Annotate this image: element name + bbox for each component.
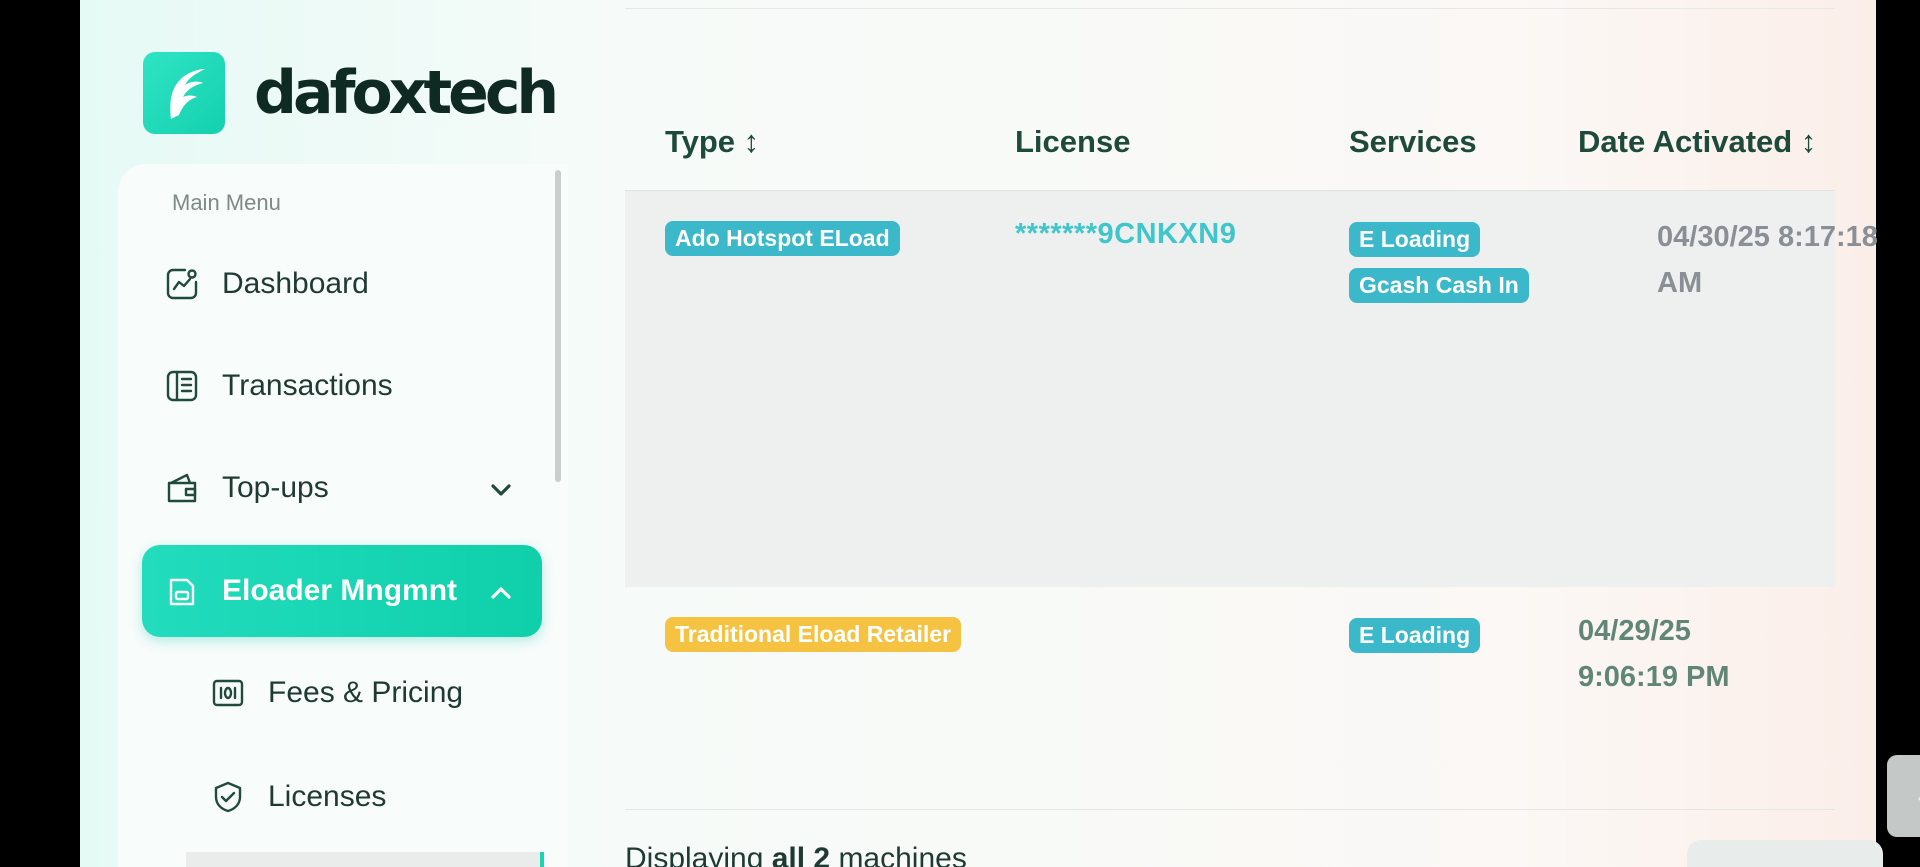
pagination-summary: Displaying all 2 machines [625,842,967,867]
summary-prefix: Displaying [625,842,772,867]
brand-name: dafoxtech [254,58,559,128]
device-icon [164,573,200,609]
date-line: 04/30/25 8:17:18 [1657,221,1878,253]
sidebar-item-label: Fees & Pricing [268,676,464,709]
sidebar-item-label: Top-ups [222,471,329,504]
type-badge: Ado Hotspot ELoad [665,221,900,256]
divider [625,809,1835,810]
service-badge: Gcash Cash In [1349,268,1529,303]
left-edge [0,0,80,867]
chart-line-icon [164,266,200,302]
sidebar-subitem-fees-pricing[interactable]: Fees & Pricing [188,648,588,738]
time-line: AM [1657,267,1703,299]
receipt-icon [164,368,200,404]
sidebar-item-label: Licenses [268,780,387,813]
pricing-icon [210,675,246,711]
wallet-icon [164,470,200,506]
sidebar-item-dashboard[interactable]: Dashboard [142,239,542,329]
sidebar-item-label: Eloader Mngmnt [222,574,458,607]
summary-suffix: machines [830,842,967,867]
app-window: dafoxtech Main Menu Dashboard Transactio… [80,0,1920,867]
brand-logo-icon[interactable] [143,52,225,134]
summary-count: all 2 [771,842,831,867]
date-activated: 04/30/25 8:17:18 AM [1657,214,1897,306]
sidebar-item-label: Dashboard [222,267,369,300]
chevron-down-icon[interactable] [490,471,512,505]
sidebar-subitem-licenses[interactable]: Licenses [188,752,588,842]
sidebar-item-label: Transactions [222,369,393,402]
type-badge: Traditional Eload Retailer [665,617,962,652]
date-activated: 04/29/25 9:06:19 PM [1578,608,1818,700]
sidebar-item-eloader-mngmnt[interactable]: Eloader Mngmnt [142,545,542,637]
date-line: 04/29/25 [1578,615,1691,647]
menu-heading: Main Menu [172,190,281,215]
service-badge: E Loading [1349,618,1481,653]
license-value: *******9CNKXN9 [1015,218,1237,250]
chevron-up-icon[interactable] [490,574,512,608]
column-header-date-activated[interactable]: Date Activated ↕ [1578,124,1816,160]
column-header-type[interactable]: Type ↕ [665,124,759,160]
time-line: 9:06:19 PM [1578,661,1730,693]
shield-check-icon [210,779,246,815]
sidebar: dafoxtech Main Menu Dashboard Transactio… [80,0,595,867]
sidebar-subitem-partial[interactable] [186,852,544,867]
scroll-to-top-button[interactable] [1887,755,1920,837]
per-page-select[interactable] [1687,840,1883,867]
main-content: Type ↕ License Services Date Activated ↕… [595,0,1883,867]
sidebar-scrollbar[interactable] [555,170,561,482]
column-header-license: License [1015,124,1131,159]
divider [625,8,1835,9]
column-header-services: Services [1349,124,1477,159]
sidebar-item-transactions[interactable]: Transactions [142,341,542,431]
sidebar-item-topups[interactable]: Top-ups [142,443,542,533]
service-badge: E Loading [1349,222,1481,257]
